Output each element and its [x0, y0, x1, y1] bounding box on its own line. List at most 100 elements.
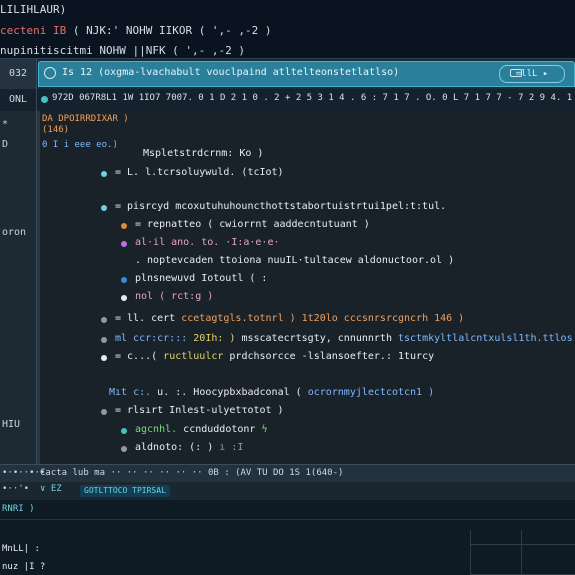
code-token: ocrornmyjlectcotcn1 ): [307, 387, 435, 398]
bottom-tab-badge[interactable]: GOTLTTOCO TPIRSAL: [80, 485, 170, 497]
code-line[interactable]: = repnatteo ( cwiorrnt aaddecntutuant ): [135, 219, 370, 230]
tab-left-label[interactable]: 032 LD: [0, 59, 37, 109]
status-line: ONL 972D 067R8L1 1W 1IO7 7007. 0 1 D 2 1…: [0, 89, 575, 112]
bottom-panel-row-1: RNRI ): [0, 500, 575, 520]
bullet-icon: [121, 446, 127, 452]
bullet-icon: [101, 205, 107, 211]
status-text: 972D 067R8L1 1W 1IO7 7007. 0 1 D 2 1 0 .…: [52, 93, 575, 103]
bullet-icon: [101, 337, 107, 343]
code-line[interactable]: Mıt c:. u. :. Hoocypbxbadconal ( ocrornm…: [109, 387, 434, 398]
bullet-icon: [121, 241, 127, 247]
code-token: ccnduddotonr: [183, 424, 262, 435]
tab-active-label: Is 12 (oxgma-lvachabult vouclpaind atlte…: [62, 67, 400, 78]
bullet-icon: [121, 223, 127, 229]
code-token: cccsnrsrcgncrh 146 ): [343, 313, 465, 324]
app-window: LILIHLAUR) cecteni IB ( NJK:' NOHW IIKOR…: [0, 0, 575, 575]
grid-cell: [521, 530, 575, 545]
bullet-icon: [121, 277, 127, 283]
code-token: = c...(: [115, 351, 164, 362]
bottom-toolbar-text: Cacta lub ma ·· ·· ·· ·· ·· ·· 0B : (AV …: [40, 468, 344, 478]
code-token: ı :I: [219, 442, 244, 453]
code-token: = L. l.tcrsoluywuld. (tcIot): [115, 167, 284, 178]
bottom-panel-row-2-text: MnLL| :: [2, 544, 40, 554]
code-token: ϟ: [261, 424, 268, 435]
code-token: nol ( rct:g ): [135, 291, 214, 302]
status-left-label: ONL: [0, 89, 37, 111]
code-token: ccetagtgls.totnrl ): [181, 313, 296, 324]
code-line[interactable]: = rlsırt Inlest-ulyetτotot ): [115, 405, 284, 416]
code-token: ml ccr:cr:::: [115, 333, 194, 344]
terminal-line-2-prefix: cecteni IB: [0, 24, 67, 37]
bottom-toolbar: •·•··•·• Cacta lub ma ·· ·· ·· ·· ·· ·· …: [0, 464, 575, 484]
terminal-line-1: LILIHLAUR): [0, 3, 67, 16]
code-line[interactable]: = c...( ructluulcr prdchsorcce -lslansoe…: [115, 351, 434, 362]
status-dot-icon: [41, 96, 48, 103]
terminal-line-2-rest: ( NJK:' NOHW IIKOR ( ',- ,-2 ): [72, 24, 272, 37]
code-token: u. :. Hoocypbxbadconal (: [157, 387, 308, 398]
sidebar-item-4[interactable]: HIU: [0, 419, 38, 430]
code-editor[interactable]: DA DPOIRRDIXAR ) (146) 0 I i eee eo.) Ms…: [37, 111, 575, 464]
editor-header-meta: 0 I i eee eo.): [42, 140, 118, 150]
code-token: Mspletstrdcrnm: Ko ): [143, 148, 264, 159]
code-token: ructluulcr: [163, 351, 230, 362]
code-token: msscatecrtsgty,: [241, 333, 338, 344]
code-token: 20Ih: ): [193, 333, 242, 344]
code-token: aldnoto: (: ): [135, 442, 220, 453]
code-token: Mıt c:.: [109, 387, 158, 398]
code-token: 1t20lo: [295, 313, 344, 324]
bullet-icon: [101, 409, 107, 415]
code-line[interactable]: = L. l.tcrsoluywuld. (tcIot): [115, 167, 284, 178]
bullet-icon: [121, 428, 127, 434]
sidebar: * D oron HIU: [0, 111, 37, 464]
code-line[interactable]: ml ccr:cr::: 20Ih: ) msscatecrtsgty, cnn…: [115, 333, 575, 344]
bottom-tab[interactable]: ∨ EZ: [40, 484, 62, 494]
code-line[interactable]: nol ( rct:g ): [135, 291, 213, 302]
bottom-panel-row-1-text: RNRI ): [2, 504, 35, 514]
bullet-icon: [101, 355, 107, 361]
grid-cell: [471, 530, 522, 545]
editor-header-count: (146): [42, 125, 70, 135]
grid-cell: [521, 544, 575, 575]
sidebar-item-2[interactable]: D: [0, 139, 38, 150]
code-token: al·il ano. to. ·I:a·e·e·: [135, 237, 280, 248]
code-token: prdchsorcce -lslansoefter.: 1turcy: [229, 351, 435, 362]
terminal-line-2: cecteni IB ( NJK:' NOHW IIKOR ( ',- ,-2 …: [0, 24, 272, 37]
sidebar-item-1[interactable]: *: [0, 119, 38, 130]
code-token: cnnunnrth: [337, 333, 398, 344]
bottom-toolbar-left: •·•··•·•: [2, 468, 46, 478]
grid-cell: [471, 544, 522, 575]
code-line[interactable]: plnsnewuvd Iotoutl ( :: [135, 273, 267, 284]
code-line[interactable]: al·il ano. to. ·I:a·e·e·: [135, 237, 280, 248]
bullet-icon: [101, 317, 107, 323]
bottom-panel: RNRI ) MnLL| : nuz |I ?: [0, 500, 575, 575]
tab-active[interactable]: Is 12 (oxgma-lvachabult vouclpaind atlte…: [38, 61, 575, 87]
code-token: agcnhl.: [135, 424, 184, 435]
bottom-tabs: •··'• ∨ EZ GOTLTTOCO TPIRSAL: [0, 482, 575, 500]
code-line[interactable]: . noptevcaden ttoiona nuuIL·tultacew ald…: [135, 255, 454, 266]
code-line[interactable]: = ll. cert ccetagtgls.totnrl ) 1t20lo cc…: [115, 313, 464, 324]
sidebar-item-3[interactable]: oron: [0, 227, 38, 238]
bottom-panel-grid: [470, 530, 575, 575]
code-token: = rlsırt Inlest-ulyetτotot ): [115, 405, 284, 416]
code-token: = repnatteo ( cwiorrnt aaddecntutuant ): [135, 219, 370, 230]
code-token: tsctmkyltlalcntxulsl1th.ttlos ): [398, 333, 575, 344]
bottom-tabs-left: •··'•: [2, 484, 30, 494]
tab-strip: 032 LD Is 12 (oxgma-lvachabult vouclpain…: [0, 58, 575, 109]
code-token: . noptevcaden ttoiona nuuIL·tultacew ald…: [135, 255, 455, 266]
terminal-line-3: nupinitiscitmi NOHW ||NFK ( ',- ,-2 ): [0, 44, 246, 57]
circle-icon: [44, 67, 56, 79]
editor-header-title: DA DPOIRRDIXAR ): [42, 114, 129, 124]
code-token: = ll. cert: [115, 313, 182, 324]
code-token: plnsnewuvd Iotoutl ( :: [135, 273, 268, 284]
code-token: = pisrcyd mcoxutuhuhouncthottstabortuist…: [115, 201, 447, 212]
code-line[interactable]: = pisrcyd mcoxutuhuhouncthottstabortuist…: [115, 201, 446, 212]
bullet-icon: [101, 171, 107, 177]
bullet-icon: [121, 295, 127, 301]
tab-pill-button[interactable]: =llL ▸: [499, 65, 565, 83]
code-line[interactable]: aldnoto: (: ) ı :I: [135, 442, 243, 453]
code-line[interactable]: Mspletstrdcrnm: Ko ): [143, 148, 263, 159]
code-line[interactable]: agcnhl. ccnduddotonr ϟ: [135, 424, 267, 435]
editor-gutter: [37, 111, 40, 464]
bottom-panel-row-3-text: nuz |I ?: [2, 562, 46, 572]
terminal-output: LILIHLAUR) cecteni IB ( NJK:' NOHW IIKOR…: [0, 0, 575, 58]
